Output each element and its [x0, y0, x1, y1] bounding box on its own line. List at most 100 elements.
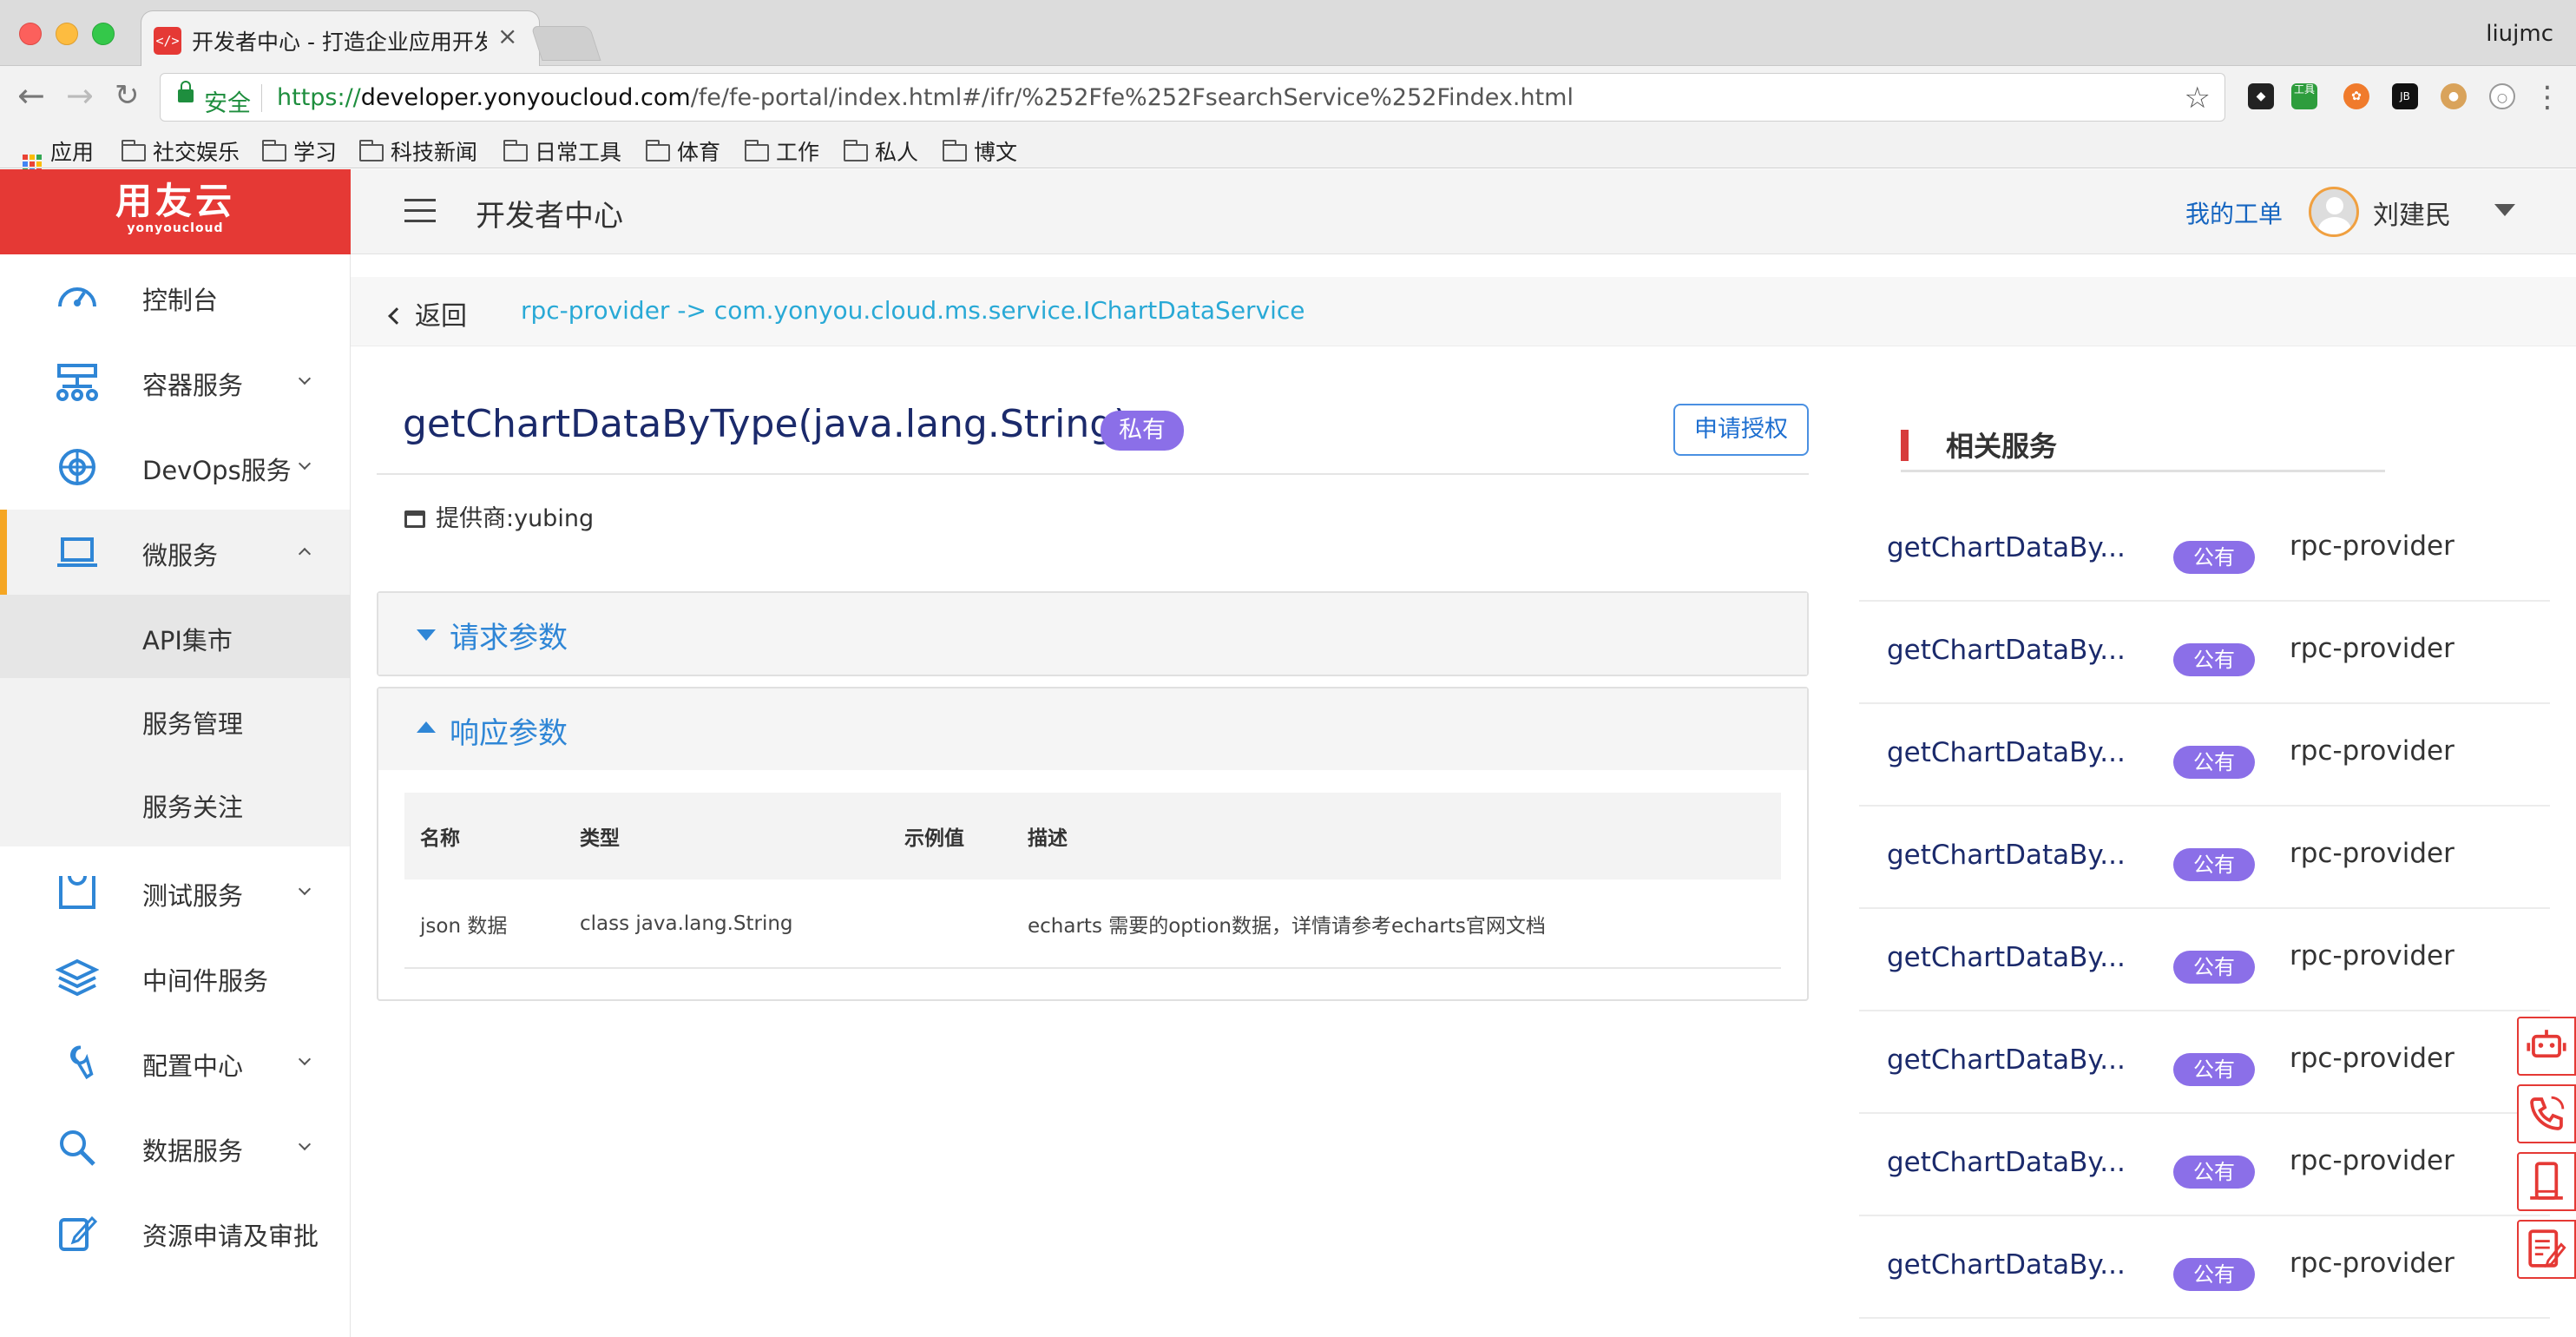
- list-item[interactable]: getChartDataBy... 公有 rpc-provider: [1859, 807, 2550, 909]
- sidebar-item-middleware[interactable]: 中间件服务: [0, 935, 350, 1020]
- sidebar-subitem-service-follow[interactable]: 服务关注: [0, 761, 350, 845]
- related-service-name[interactable]: getChartDataBy...: [1887, 737, 2126, 768]
- back-arrow-icon[interactable]: ←: [17, 78, 45, 113]
- chevron-down-icon: [298, 1052, 312, 1066]
- visibility-badge: 公有: [2173, 848, 2255, 881]
- list-item[interactable]: getChartDataBy... 公有 rpc-provider: [1859, 1114, 2550, 1216]
- brand-logo[interactable]: 用友云 yonyoucloud: [0, 169, 351, 254]
- breadcrumb-path-link[interactable]: rpc-provider -> com.yonyou.cloud.ms.serv…: [521, 296, 1305, 325]
- bookmark-folder[interactable]: 私人: [844, 135, 918, 167]
- minimize-window-button[interactable]: [56, 23, 78, 45]
- new-tab-button[interactable]: [530, 26, 601, 61]
- chatbot-button[interactable]: [2517, 1017, 2576, 1076]
- back-button[interactable]: 返回: [388, 294, 467, 333]
- folder-icon: [262, 140, 286, 161]
- user-menu-caret-icon[interactable]: [2494, 204, 2515, 216]
- hamburger-menu-icon[interactable]: [404, 199, 436, 223]
- tab-close-button[interactable]: ×: [497, 22, 517, 50]
- extension-diamond-icon[interactable]: ◆: [2248, 83, 2274, 109]
- sidebar-item-label: 中间件服务: [142, 966, 269, 996]
- sidebar-item-config[interactable]: 配置中心: [0, 1020, 350, 1105]
- related-service-name[interactable]: getChartDataBy...: [1887, 1044, 2126, 1076]
- address-bar[interactable]: 安全 https://developer.yonyoucloud.com/fe/…: [160, 73, 2225, 122]
- table-cell: echarts 需要的option数据，详情请参考echarts官网文档: [1012, 879, 1781, 969]
- sidebar-item-data[interactable]: 数据服务: [0, 1105, 350, 1190]
- apply-authorization-button[interactable]: 申请授权: [1673, 404, 1809, 456]
- list-item[interactable]: getChartDataBy... 公有 rpc-provider: [1859, 499, 2550, 602]
- list-item[interactable]: getChartDataBy... 公有 rpc-provider: [1859, 704, 2550, 807]
- request-params-panel: 请求参数: [377, 591, 1809, 676]
- browser-tab[interactable]: </> 开发者中心 - 打造企业应用开发 ×: [141, 10, 540, 66]
- my-tickets-link[interactable]: 我的工单: [2185, 195, 2283, 230]
- bookmark-folder[interactable]: 日常工具: [503, 135, 621, 167]
- browser-profile-name[interactable]: liujmc: [2486, 21, 2553, 47]
- close-window-button[interactable]: [19, 23, 42, 45]
- back-label: 返回: [415, 301, 467, 332]
- extension-power-icon[interactable]: ○: [2489, 83, 2515, 109]
- forward-arrow-icon[interactable]: →: [66, 78, 94, 113]
- bookmark-folder[interactable]: 学习: [262, 135, 337, 167]
- list-item[interactable]: getChartDataBy... 公有 rpc-provider: [1859, 1216, 2550, 1319]
- reload-icon[interactable]: ↻: [115, 78, 140, 113]
- bookmark-folder[interactable]: 科技新闻: [359, 135, 477, 167]
- sidebar: 控制台 容器服务 DevOps服务 微服务 API集市 服务管理 服务关注 测试…: [0, 254, 351, 1337]
- list-item[interactable]: getChartDataBy... 公有 rpc-provider: [1859, 1011, 2550, 1114]
- extension-circle-icon[interactable]: ✿: [2343, 83, 2369, 109]
- sidebar-item-test[interactable]: 测试服务: [0, 850, 350, 935]
- extension-cookie-icon[interactable]: ●: [2441, 83, 2467, 109]
- chevron-down-icon: [298, 457, 312, 471]
- related-service-name[interactable]: getChartDataBy...: [1887, 532, 2126, 563]
- sidebar-item-devops[interactable]: DevOps服务: [0, 425, 350, 510]
- bookmark-apps[interactable]: 应用: [23, 135, 94, 174]
- visibility-badge: 公有: [2173, 1258, 2255, 1291]
- related-service-name[interactable]: getChartDataBy...: [1887, 635, 2126, 666]
- layers-icon: [56, 958, 99, 997]
- sidebar-item-console[interactable]: 控制台: [0, 254, 350, 339]
- sidebar-item-label: DevOps服务: [142, 456, 292, 485]
- url-text[interactable]: https://developer.yonyoucloud.com/fe/fe-…: [277, 84, 1574, 111]
- maximize-window-button[interactable]: [92, 23, 115, 45]
- bookmark-label: 体育: [677, 140, 721, 165]
- sidebar-item-microservice[interactable]: 微服务: [0, 510, 350, 595]
- sidebar-subitem-api-market[interactable]: API集市: [0, 595, 350, 678]
- folder-icon: [745, 140, 769, 161]
- related-service-name[interactable]: getChartDataBy...: [1887, 840, 2126, 871]
- caret-down-icon: [417, 629, 436, 641]
- list-item[interactable]: getChartDataBy... 公有 rpc-provider: [1859, 909, 2550, 1011]
- bookmark-folder[interactable]: 体育: [646, 135, 720, 167]
- bookmark-star-icon[interactable]: ☆: [2185, 81, 2211, 115]
- related-service-name[interactable]: getChartDataBy...: [1887, 1147, 2126, 1178]
- sidebar-item-label: 容器服务: [142, 371, 244, 400]
- phone-support-button[interactable]: [2517, 1084, 2576, 1143]
- sidebar-item-resource-approval[interactable]: 资源申请及审批: [0, 1190, 350, 1275]
- sidebar-subitem-service-management[interactable]: 服务管理: [0, 678, 350, 761]
- bookmark-folder[interactable]: 社交娱乐: [122, 135, 240, 167]
- extension-tools-icon[interactable]: 工具: [2291, 83, 2317, 109]
- related-service-name[interactable]: getChartDataBy...: [1887, 1249, 2126, 1281]
- visibility-badge: 公有: [2173, 541, 2255, 574]
- sidebar-item-container[interactable]: 容器服务: [0, 339, 350, 425]
- request-params-header[interactable]: 请求参数: [378, 593, 1807, 675]
- page-title: 开发者中心: [476, 199, 623, 234]
- avatar[interactable]: [2309, 187, 2359, 237]
- extension-jb-icon[interactable]: JB: [2392, 83, 2418, 109]
- chevron-down-icon: [298, 1137, 312, 1151]
- chevron-down-icon: [298, 882, 312, 896]
- related-service-name[interactable]: getChartDataBy...: [1887, 942, 2126, 973]
- mobile-icon: [2530, 1162, 2563, 1200]
- feedback-button[interactable]: [2517, 1220, 2576, 1279]
- mobile-app-button[interactable]: [2517, 1152, 2576, 1211]
- browser-menu-icon[interactable]: ⋮: [2533, 80, 2562, 115]
- table-cell: json 数据: [404, 879, 564, 969]
- related-service-provider: rpc-provider: [2290, 530, 2454, 562]
- bookmark-label: 应用: [50, 140, 95, 165]
- bookmark-folder[interactable]: 博文: [943, 135, 1017, 167]
- column-header: 名称: [404, 793, 564, 879]
- user-name[interactable]: 刘建民: [2373, 194, 2451, 232]
- response-params-header[interactable]: 响应参数: [378, 688, 1807, 770]
- bookmark-folder[interactable]: 工作: [745, 135, 819, 167]
- url-separator: [261, 84, 262, 112]
- list-item[interactable]: getChartDataBy... 公有 rpc-provider: [1859, 602, 2550, 704]
- response-params-table: 名称 类型 示例值 描述 json 数据 class java.lang.Str…: [404, 793, 1781, 969]
- provider-info: 提供商:yubing: [404, 499, 594, 533]
